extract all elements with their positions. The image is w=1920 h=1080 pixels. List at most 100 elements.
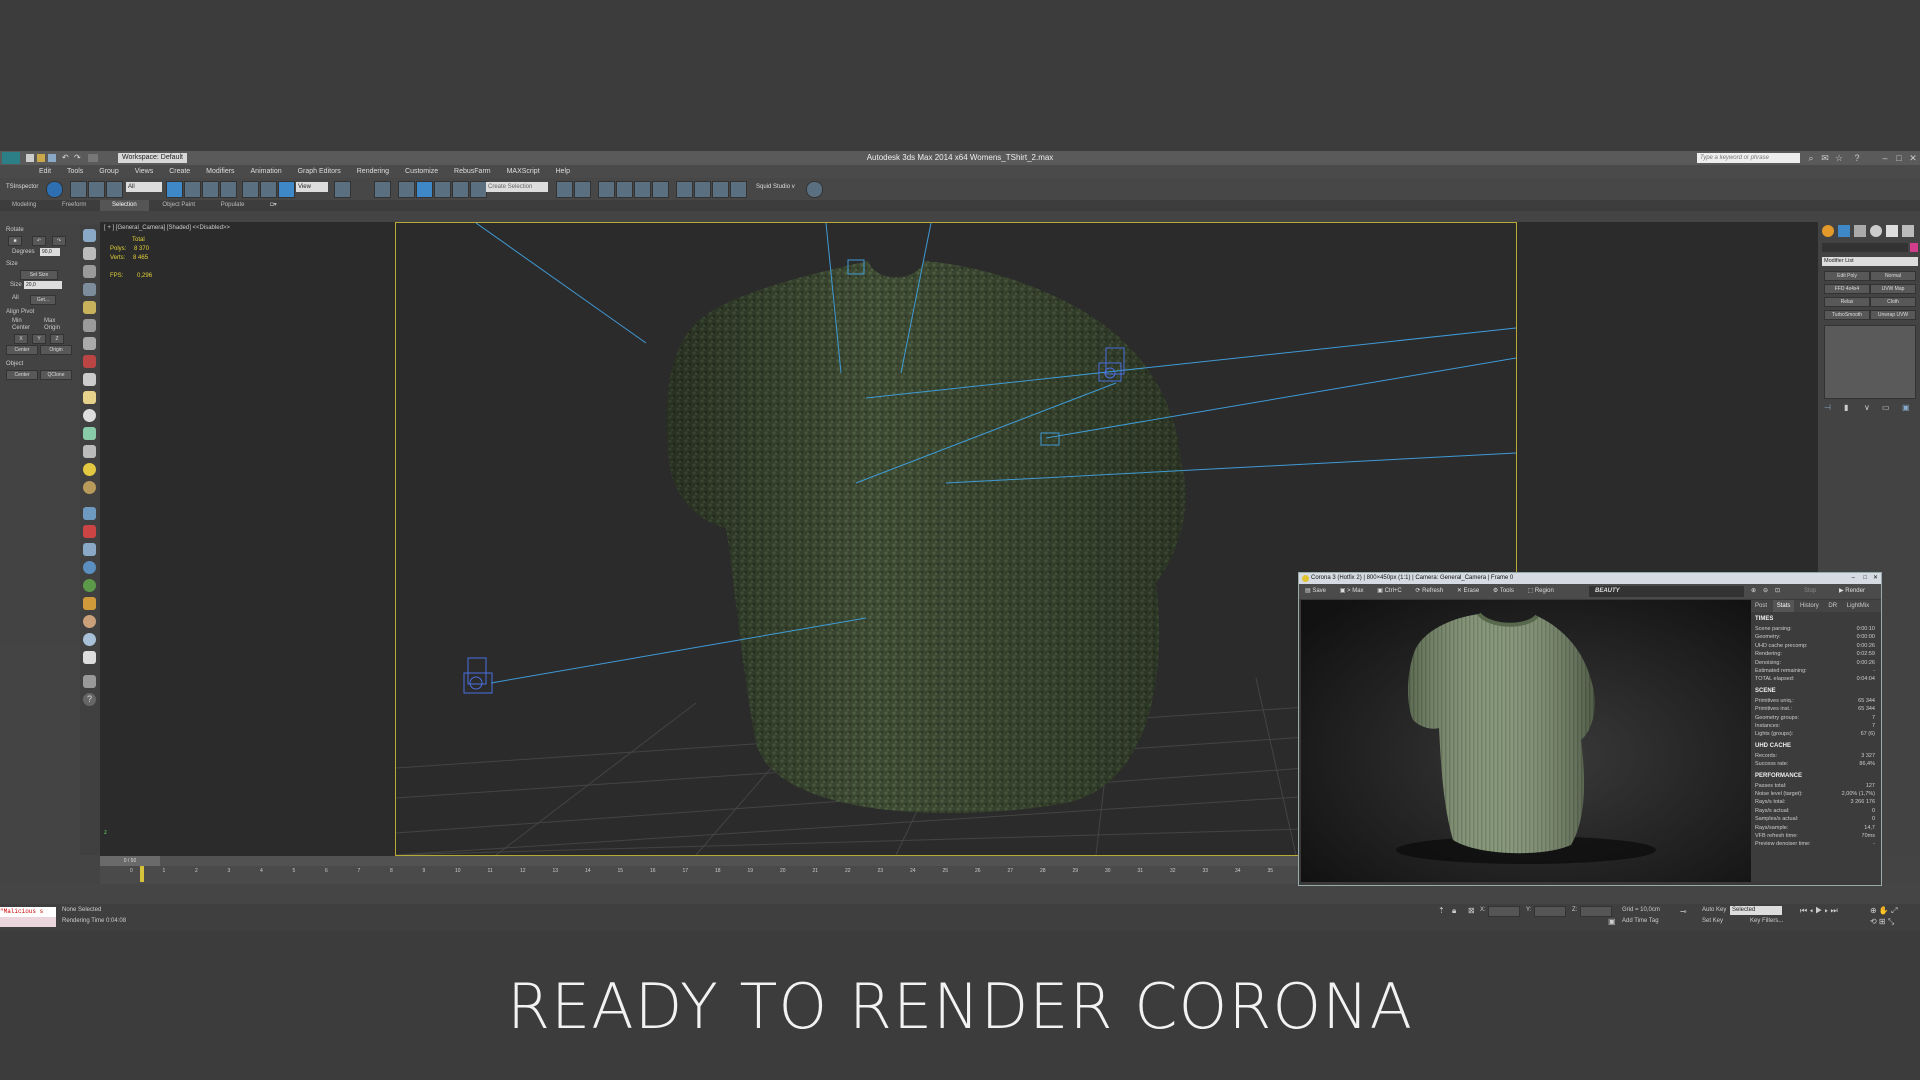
key-filters-button[interactable]: Key Filters... (1750, 918, 1783, 924)
named-selection-dropdown[interactable]: Create Selection (486, 182, 548, 192)
vfb-save-button[interactable]: ▤ Save (1299, 584, 1332, 599)
cloth-button[interactable]: Cloth (1870, 297, 1916, 307)
camera-icon[interactable] (83, 319, 96, 332)
zoom-out-icon[interactable]: ⊖ (1763, 584, 1768, 599)
vfb-refresh-button[interactable]: ⟳ Refresh (1409, 584, 1449, 599)
sun-icon[interactable] (83, 463, 96, 476)
align-z-button[interactable]: Z (50, 334, 64, 344)
track-bar[interactable] (0, 884, 1920, 904)
camera-gizmo-icon[interactable] (463, 657, 493, 694)
z-coord-input[interactable] (1580, 906, 1612, 917)
render-production-icon[interactable] (730, 181, 747, 198)
light-icon[interactable] (83, 301, 96, 314)
time-tag-icon[interactable]: ▣ (1608, 917, 1616, 926)
selection-lock-icon[interactable]: ⇡ (1438, 906, 1445, 915)
viewport-label[interactable]: [ + ] [General_Camera] [Shaded] <<Disabl… (104, 225, 230, 231)
vfb-tab-lightmix[interactable]: LightMix (1843, 600, 1873, 612)
create-tab-icon[interactable] (1822, 225, 1834, 237)
vfb-erase-button[interactable]: ✕ Erase (1451, 584, 1485, 599)
rendered-frame-window-icon[interactable] (712, 181, 729, 198)
max-radio[interactable]: Max (44, 318, 55, 324)
menu-help[interactable]: Help (549, 165, 577, 178)
size-input[interactable]: 20,0 (24, 281, 62, 289)
menu-animation[interactable]: Animation (244, 165, 289, 178)
orbit-icon[interactable]: ⟲ ⊞ ⤡ (1870, 917, 1894, 927)
pivot-origin-button[interactable]: Origin (40, 345, 72, 355)
minimize-icon[interactable]: – (1880, 153, 1890, 163)
y-coord-input[interactable] (1534, 906, 1566, 917)
utilities-tab-icon[interactable] (1902, 225, 1914, 237)
snaps-toggle-icon[interactable] (398, 181, 415, 198)
corona-vfb-window[interactable]: Corona 3 (Hotfix 2) | 800×450px (1:1) | … (1298, 572, 1882, 886)
building-icon[interactable] (83, 651, 96, 664)
add-time-tag-button[interactable]: Add Time Tag (1622, 918, 1659, 924)
tab-populate[interactable]: Populate (209, 200, 257, 211)
squid-studio-icon[interactable] (806, 181, 823, 198)
vfb-tab-history[interactable]: History (1796, 600, 1823, 612)
modifier-stack[interactable] (1824, 325, 1916, 399)
edit-poly-button[interactable]: Edit Poly (1824, 271, 1870, 281)
script-icon[interactable] (83, 675, 96, 688)
vfb-tab-dr[interactable]: DR (1824, 600, 1841, 612)
percent-snap-icon[interactable] (434, 181, 451, 198)
make-unique-icon[interactable]: ∨ (1864, 403, 1870, 412)
absolute-mode-icon[interactable]: ⊠ (1468, 906, 1475, 915)
rotate-cw-icon[interactable]: ↷ (52, 236, 66, 246)
render-setup-icon[interactable] (694, 181, 711, 198)
vfb-close-icon[interactable]: ✕ (1873, 573, 1878, 584)
hierarchy-icon[interactable] (83, 525, 96, 538)
set-size-button[interactable]: Set Size (20, 270, 58, 280)
curve-editor-icon[interactable] (634, 181, 651, 198)
edit-named-selection-icon[interactable] (470, 181, 487, 198)
align-icon[interactable] (574, 181, 591, 198)
tab-selection[interactable]: Selection (100, 200, 149, 211)
scale-icon[interactable] (278, 181, 295, 198)
window-crossing-icon[interactable] (220, 181, 237, 198)
modifier-list-dropdown[interactable]: Modifier List (1822, 257, 1918, 266)
show-end-result-icon[interactable]: ▮ (1844, 403, 1848, 412)
auto-key-button[interactable]: Auto Key (1702, 907, 1726, 913)
vfb-title-bar[interactable]: Corona 3 (Hotfix 2) | 800×450px (1:1) | … (1299, 573, 1881, 584)
spinner-snap-icon[interactable] (452, 181, 469, 198)
configure-sets-icon[interactable]: ▣ (1902, 403, 1910, 412)
particle-icon[interactable] (83, 597, 96, 610)
selection-filter-dropdown[interactable]: All (126, 182, 162, 192)
display-tab-icon[interactable] (1886, 225, 1898, 237)
torus-icon[interactable] (83, 427, 96, 440)
vfb-maximize-icon[interactable]: □ (1863, 573, 1867, 584)
schematic-view-icon[interactable] (652, 181, 669, 198)
set-key-button[interactable]: Set Key (1702, 918, 1723, 924)
layer-manager-icon[interactable] (598, 181, 615, 198)
maxscript-output[interactable] (0, 917, 56, 927)
playback-controls-icon[interactable]: ⏮ ◂ ▶ ▸ ⏭ (1800, 906, 1838, 916)
ffd-button[interactable]: FFD 4x4x4 (1824, 284, 1870, 294)
viewport-navigation-icon[interactable]: ⊕ ✋ ⤢ (1870, 906, 1898, 916)
vfb-tab-post[interactable]: Post (1751, 600, 1771, 612)
timeline-ruler[interactable]: 0 1 2 3 4 5 6 7 8 9 10 11 12 13 14 15 16 17 18 19 20 21 22 23 24… (100, 866, 1300, 884)
lock-icon[interactable]: 🔒︎ (1452, 906, 1456, 916)
align-x-button[interactable]: X (14, 334, 28, 344)
plane-icon[interactable] (83, 283, 96, 296)
time-slider[interactable]: 0 / 50 (100, 856, 160, 866)
modifier-icon[interactable] (83, 507, 96, 520)
geosphere-icon[interactable] (83, 409, 96, 422)
object-color-swatch[interactable] (1910, 243, 1918, 252)
menu-views[interactable]: Views (128, 165, 161, 178)
key-set-dropdown[interactable]: Selected (1730, 906, 1782, 915)
menu-maxscript[interactable]: MAXScript (500, 165, 547, 178)
min-radio[interactable]: Min (12, 318, 22, 324)
pin-stack-icon[interactable]: ⊣ (1824, 403, 1831, 412)
rotate-icon[interactable] (260, 181, 277, 198)
x-coord-input[interactable] (1488, 906, 1520, 917)
degrees-input[interactable]: 90,0 (40, 248, 60, 256)
qclone-button[interactable]: QClone (40, 370, 72, 380)
select-object-icon[interactable] (166, 181, 183, 198)
sphere-icon[interactable] (83, 373, 96, 386)
material-editor-icon[interactable] (676, 181, 693, 198)
material-ball-icon[interactable] (83, 481, 96, 494)
normal-button[interactable]: Normal (1870, 271, 1916, 281)
character-icon[interactable] (83, 615, 96, 628)
favorites-icon[interactable]: ☆ (1834, 153, 1844, 163)
utilities-icon[interactable] (83, 579, 96, 592)
vfb-to-max-button[interactable]: ▣ > Max (1334, 584, 1370, 599)
